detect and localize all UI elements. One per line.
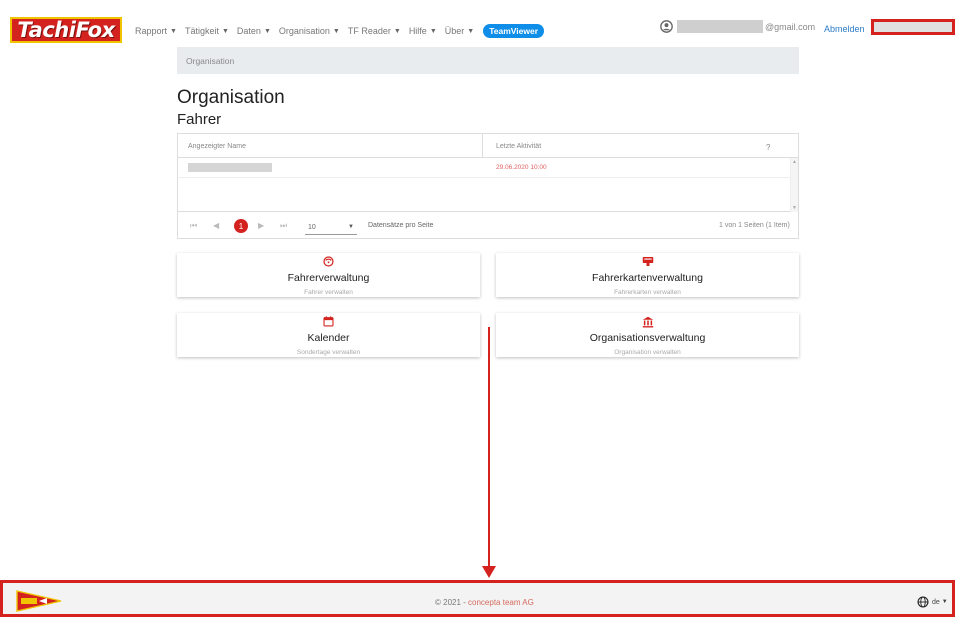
card-subtitle: Organisation verwalten	[614, 349, 681, 356]
calendar-icon	[323, 316, 334, 327]
card-title: Kalender	[307, 332, 350, 344]
menu-rapport[interactable]: Rapport ▼	[135, 26, 177, 36]
card-subtitle: Fahrer verwalten	[304, 289, 353, 296]
caret-down-icon: ▼	[467, 27, 475, 35]
menu-tf-reader[interactable]: TF Reader ▼	[348, 26, 401, 36]
main-menu: Rapport ▼ Tätigkeit ▼ Daten ▼ Organisation ▼…	[135, 24, 552, 38]
pager-info: 1 von 1 Seiten (1 Item)	[719, 222, 790, 229]
tachifox-logo[interactable]: TachiFox	[10, 17, 122, 43]
menu-taetigkeit[interactable]: Tätigkeit ▼	[185, 26, 229, 36]
annotation-arrow-head	[482, 566, 496, 578]
caret-down-icon: ▼	[429, 27, 437, 35]
caret-down-icon: ▼	[221, 27, 229, 35]
table-row[interactable]: 29.06.2020 10:00	[178, 158, 790, 178]
globe-icon	[917, 596, 929, 608]
breadcrumb-item[interactable]: Organisation	[186, 56, 234, 66]
scroll-up-icon[interactable]: ▲	[792, 159, 797, 165]
building-icon	[642, 316, 653, 328]
annotation-arrow-line	[488, 327, 490, 570]
logo-text: TachiFox	[17, 18, 115, 42]
current-page-button[interactable]: 1	[234, 219, 248, 233]
column-divider	[482, 134, 483, 158]
page-size-select[interactable]: 10 ▼	[305, 221, 357, 235]
card-title: Organisationsverwaltung	[589, 332, 706, 344]
page-size-value: 10	[308, 224, 316, 231]
menu-daten[interactable]: Daten ▼	[237, 26, 271, 36]
language-selector[interactable]: de ▼	[917, 596, 948, 608]
chevron-down-icon: ▼	[348, 224, 354, 230]
breadcrumb: Organisation	[177, 47, 799, 74]
per-page-label: Datensätze pro Seite	[368, 222, 434, 229]
user-account: @gmail.com	[660, 20, 815, 33]
last-activity-value: 29.06.2020 10:00	[496, 164, 547, 171]
footer: © 2021 - concepta team AG de ▼	[0, 580, 955, 617]
redacted-email	[677, 20, 763, 33]
teamviewer-button[interactable]: TeamViewer	[483, 24, 545, 38]
caret-down-icon: ▼	[393, 27, 401, 35]
column-header-name[interactable]: Angezeigter Name	[188, 143, 246, 150]
card-subtitle: Sondertage verwalten	[296, 349, 361, 356]
card-organisationsverwaltung[interactable]: Organisationsverwaltung Organisation ver…	[496, 313, 799, 357]
grid-body: 29.06.2020 10:00	[178, 158, 790, 212]
column-header-activity[interactable]: Letzte Aktivität	[496, 143, 541, 150]
user-email: @gmail.com	[765, 21, 816, 32]
grid-header: Angezeigter Name Letzte Aktivität ?	[178, 134, 798, 158]
prev-page-icon[interactable]: ◀	[213, 221, 219, 230]
user-icon	[660, 20, 673, 33]
caret-down-icon: ▼	[263, 27, 271, 35]
card-title: Fahrerverwaltung	[287, 272, 370, 284]
top-navbar: TachiFox Rapport ▼ Tätigkeit ▼ Daten ▼ Orga…	[0, 0, 955, 46]
help-icon[interactable]: ?	[766, 143, 770, 152]
company-link[interactable]: concepta team AG	[468, 598, 534, 607]
caret-down-icon: ▼	[332, 27, 340, 35]
app-page: TachiFox Rapport ▼ Tätigkeit ▼ Daten ▼ Orga…	[0, 0, 955, 617]
first-page-icon[interactable]: ⏮	[190, 221, 197, 231]
card-fahrerverwaltung[interactable]: Fahrerverwaltung Fahrer verwalten	[177, 253, 480, 297]
card-fahrerkartenverwaltung[interactable]: Fahrerkartenverwaltung Fahrerkarten verw…	[496, 253, 799, 297]
chevron-down-icon: ▼	[941, 599, 948, 605]
driver-grid: Angezeigter Name Letzte Aktivität ? 29.0…	[177, 133, 799, 239]
footer-copyright: © 2021 - concepta team AG	[435, 598, 534, 607]
card-subtitle: Fahrerkarten verwalten	[614, 289, 681, 296]
redacted-highlight	[871, 19, 955, 35]
next-page-icon[interactable]: ▶	[258, 221, 264, 230]
menu-organisation[interactable]: Organisation ▼	[279, 26, 340, 36]
card-kalender[interactable]: Kalender Sondertage verwalten	[177, 313, 480, 357]
caret-down-icon: ▼	[170, 27, 177, 35]
redacted-driver-name	[188, 163, 272, 172]
footer-logo-icon[interactable]	[15, 590, 63, 612]
grid-pager: ⏮ ◀ 1 ▶ ⏭ 10 ▼ Datensätze pro Seite 1 vo…	[178, 213, 798, 239]
grid-scrollbar[interactable]: ▲ ▼	[790, 158, 798, 212]
logout-link[interactable]: Abmelden	[824, 24, 865, 34]
card-icon	[642, 257, 653, 266]
card-title: Fahrerkartenverwaltung	[592, 272, 703, 284]
language-value: de	[932, 598, 940, 606]
menu-ueber[interactable]: Über ▼	[445, 26, 474, 36]
page-title: Organisation	[177, 87, 285, 108]
menu-hilfe[interactable]: Hilfe ▼	[409, 26, 437, 36]
section-title: Fahrer	[177, 111, 222, 128]
copyright-text: © 2021 -	[435, 598, 469, 607]
driver-icon	[323, 256, 334, 267]
scroll-down-icon[interactable]: ▼	[792, 205, 797, 211]
last-page-icon[interactable]: ⏭	[280, 221, 287, 231]
